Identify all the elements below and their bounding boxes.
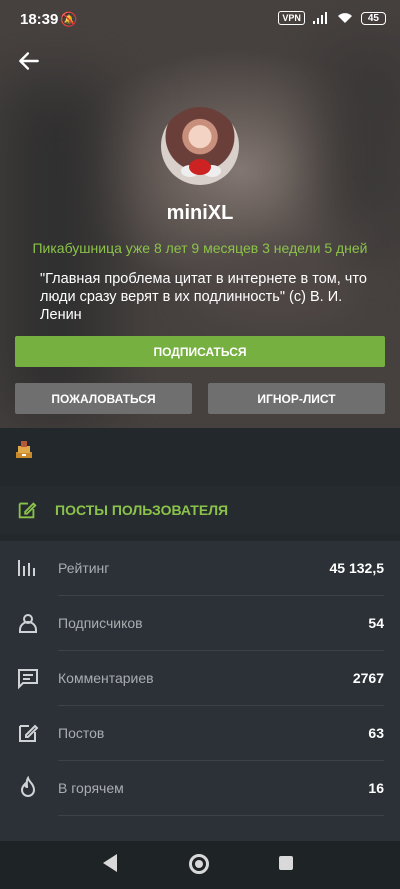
stat-value: 54 — [368, 615, 384, 631]
nav-recent-apps-icon[interactable] — [279, 856, 293, 870]
user-posts-label: ПОСТЫ ПОЛЬЗОВАТЕЛЯ — [55, 502, 229, 518]
stat-label: Рейтинг — [58, 560, 110, 576]
ignore-list-button[interactable]: ИГНОР-ЛИСТ — [208, 383, 385, 414]
stat-label: Комментариев — [58, 670, 154, 686]
comment-icon — [18, 669, 38, 690]
stat-value: 63 — [368, 725, 384, 741]
system-navigation-bar — [0, 841, 400, 889]
subscribe-button[interactable]: ПОДПИСАТЬСЯ — [15, 336, 385, 367]
report-button[interactable]: ПОЖАЛОВАТЬСЯ — [15, 383, 192, 414]
stat-row-posts: Постов 63 — [0, 706, 400, 761]
status-bar: 18:39 🔕 VPN 45 — [0, 0, 400, 40]
fire-icon — [20, 776, 36, 797]
edit-icon — [18, 502, 37, 519]
stat-label: В горячем — [58, 780, 124, 796]
stat-row-rating: Рейтинг 45 132,5 — [0, 541, 400, 596]
mute-icon: 🔕 — [60, 11, 78, 27]
stat-value: 45 132,5 — [329, 560, 385, 576]
award-badge-icon[interactable] — [12, 438, 36, 462]
nav-home-icon[interactable] — [189, 854, 209, 874]
user-posts-link[interactable]: ПОСТЫ ПОЛЬЗОВАТЕЛЯ — [0, 486, 400, 534]
username: miniXL — [166, 202, 234, 224]
tenure-text: Пикабушница уже 8 лет 9 месяцев 3 недели… — [32, 240, 368, 256]
nav-back-icon[interactable] — [103, 854, 117, 872]
signal-icon — [312, 12, 327, 24]
stat-label: Подписчиков — [58, 615, 143, 631]
rating-icon — [18, 560, 35, 576]
avatar[interactable] — [161, 107, 239, 185]
edit-icon — [19, 724, 39, 742]
stat-value: 2767 — [352, 670, 384, 686]
stat-row-hot: В горячем 16 — [0, 761, 400, 816]
battery-indicator: 45 — [360, 11, 386, 25]
stat-value: 16 — [368, 780, 384, 796]
bio-text: "Главная проблема цитат в интернете в то… — [40, 271, 367, 323]
user-icon — [19, 614, 37, 633]
stat-row-subscribers: Подписчиков 54 — [0, 596, 400, 651]
back-arrow-icon[interactable] — [16, 48, 42, 74]
stats-list: Рейтинг 45 132,5 Подписчиков 54 Коммента… — [0, 541, 400, 841]
vpn-indicator: VPN — [278, 11, 305, 25]
wifi-icon — [337, 13, 352, 23]
stat-row-comments: Комментариев 2767 — [0, 651, 400, 706]
status-time: 18:39 — [20, 11, 59, 28]
stat-label: Постов — [58, 725, 105, 741]
